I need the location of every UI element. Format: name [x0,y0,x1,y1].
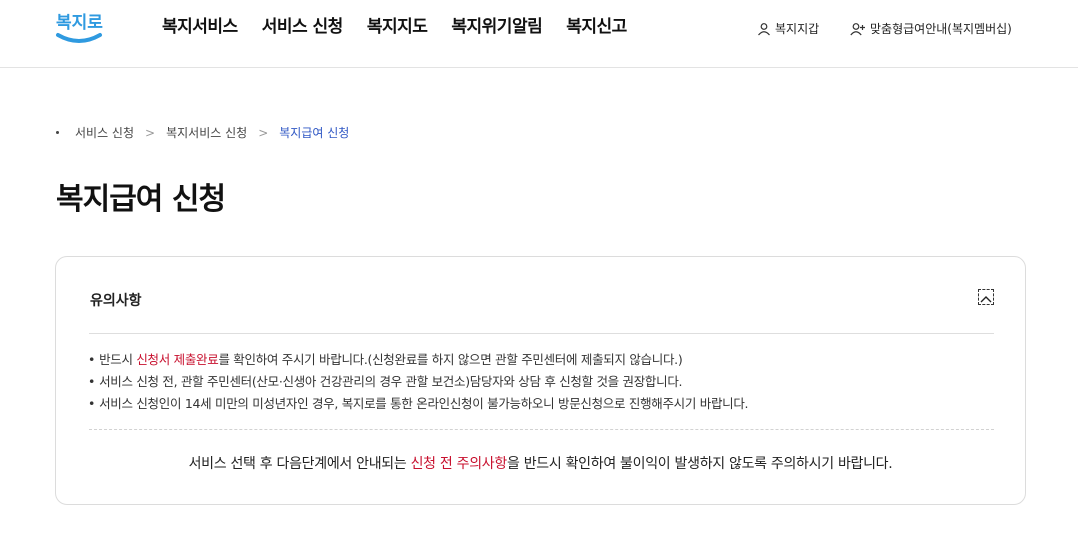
svg-text:복지로: 복지로 [56,13,103,33]
notice-footer: 서비스 선택 후 다음단계에서 안내되는 신청 전 주의사항을 반드시 확인하여… [188,456,893,472]
chevron-up-icon [980,288,992,307]
notice-list: • 반드시 신청서 제출완료를 확인하여 주시기 바랍니다.(신청완료를 하지 않… [88,349,749,415]
nav-item-welfare-map[interactable]: 복지지도 [367,12,428,37]
nav-item-welfare-services[interactable]: 복지서비스 [162,12,238,37]
main-navigation: 복지서비스 서비스 신청 복지지도 복지위기알림 복지신고 [162,12,627,37]
nav-item-welfare-report[interactable]: 복지신고 [566,12,627,37]
collapse-toggle-button[interactable] [978,289,994,305]
chevron-right-icon: > [145,125,156,140]
notice-footer-highlight: 신청 전 주의사항 [410,456,508,472]
notice-highlight: 신청서 제출완료 [136,352,219,367]
bokjiro-logo[interactable]: 복지로 [52,4,108,48]
notice-panel: 유의사항 • 반드시 신청서 제출완료를 확인하여 주시기 바랍니다.(신청완료를… [55,256,1026,505]
nav-item-service-application[interactable]: 서비스 신청 [262,12,344,37]
notice-item: • 반드시 신청서 제출완료를 확인하여 주시기 바랍니다.(신청완료를 하지 않… [88,352,683,367]
page-title: 복지급여 신청 [56,182,226,217]
breadcrumb-item-welfare-service-application[interactable]: 복지서비스 신청 [166,124,247,141]
chevron-right-icon: > [258,125,269,140]
notice-title: 유의사항 [90,293,142,309]
notice-item: • 서비스 신청인이 14세 미만의 미성년자인 경우, 복지로를 통한 온라인신… [88,396,749,411]
breadcrumb-bullet [56,131,59,134]
breadcrumb: 서비스 신청 > 복지서비스 신청 > 복지급여 신청 [56,124,349,141]
membership-label: 맞춤형급여안내(복지멤버십) [870,22,1012,36]
membership-link[interactable]: 맞춤형급여안내(복지멤버십) [850,20,1012,37]
notice-dashed-divider [89,429,994,430]
breadcrumb-item-service-application[interactable]: 서비스 신청 [75,124,134,141]
welfare-wallet-link[interactable]: 복지지갑 [757,20,819,37]
notice-divider [89,333,994,334]
nav-item-crisis-alert[interactable]: 복지위기알림 [451,12,542,37]
notice-item: • 서비스 신청 전, 관할 주민센터(산모·신생아 건강관리의 경우 관할 보건… [88,374,683,389]
welfare-wallet-label: 복지지갑 [775,22,820,36]
site-header: 복지로 복지서비스 서비스 신청 복지지도 복지위기알림 복지신고 복지지갑 맞… [0,0,1078,68]
user-icon [757,22,771,36]
breadcrumb-item-current: 복지급여 신청 [279,126,350,140]
user-plus-icon [850,22,866,36]
